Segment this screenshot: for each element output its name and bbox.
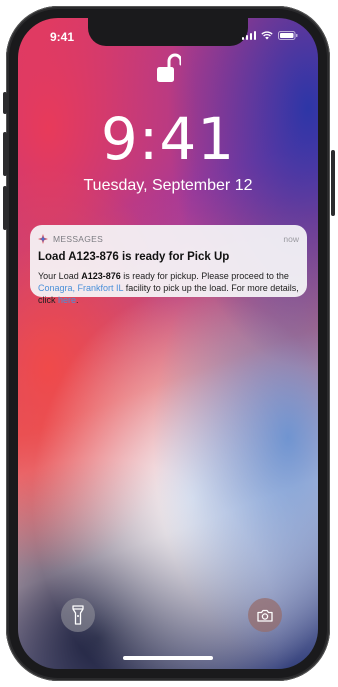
flashlight-icon (72, 605, 84, 625)
body-text: is ready for pickup. Please proceed to t… (120, 271, 289, 281)
notification-body: Your Load A123-876 is ready for pickup. … (38, 270, 300, 306)
home-indicator[interactable] (123, 656, 213, 660)
load-id: A123-876 (81, 271, 121, 281)
notification-card[interactable]: MESSAGES now Load A123-876 is ready for … (30, 225, 307, 305)
body-text: . (76, 295, 79, 305)
notification-header: MESSAGES (38, 234, 103, 244)
notification-app-name: MESSAGES (53, 234, 104, 244)
lock-screen-clock: 9:41 (100, 105, 236, 173)
camera-icon (257, 609, 273, 622)
lock-screen-date: Tuesday, September 12 (83, 177, 253, 194)
volume-down-button (3, 186, 7, 230)
body-text: Your Load (38, 271, 82, 281)
battery-icon (278, 31, 298, 40)
unlocked-padlock-icon (157, 52, 183, 84)
facility-link[interactable]: Conagra, Frankfort IL (38, 283, 123, 293)
messages-app-icon (38, 234, 48, 244)
signal-icon (241, 31, 256, 40)
status-icons (241, 31, 299, 40)
lock-screen: 9:41 9:41 Tuesday, September 12 MESSAGES… (18, 18, 318, 669)
camera-button[interactable] (248, 598, 282, 632)
notification-time: now (283, 234, 299, 244)
volume-up-button (3, 132, 7, 176)
details-link[interactable]: here (58, 295, 76, 305)
notch (88, 18, 248, 46)
side-button (331, 150, 335, 216)
status-time: 9:41 (50, 30, 75, 44)
notification-title: Load A123-876 is ready for Pick Up (38, 251, 230, 263)
flashlight-button[interactable] (61, 598, 95, 632)
mute-switch (3, 92, 7, 114)
wifi-icon (261, 31, 273, 40)
